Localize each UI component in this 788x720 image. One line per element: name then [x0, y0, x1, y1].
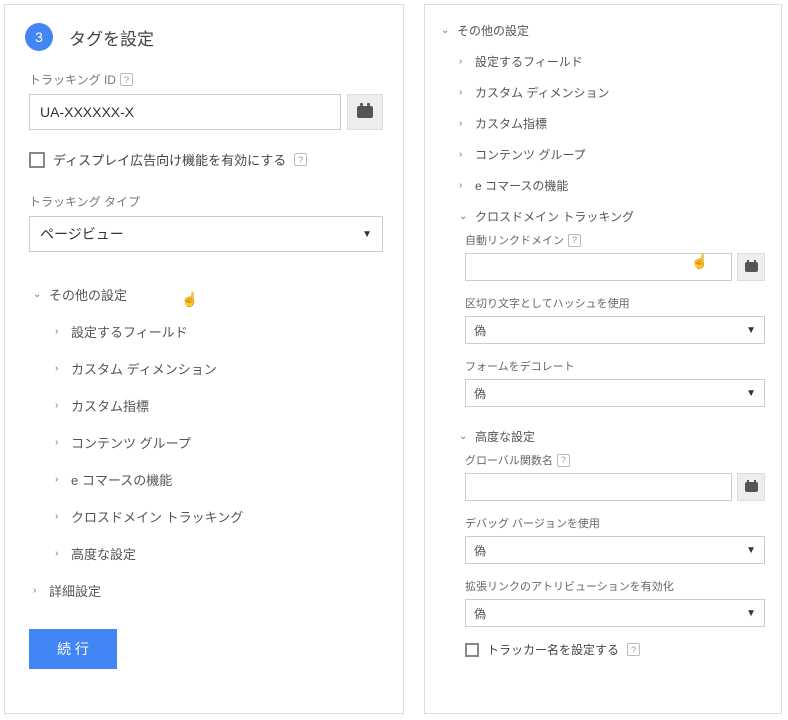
chevron-right-icon: ›: [459, 56, 469, 67]
r-cross-domain[interactable]: ⌄ クロスドメイン トラッキング: [441, 201, 765, 232]
chevron-right-icon: ›: [55, 400, 65, 411]
r-custom-dimension[interactable]: › カスタム ディメンション: [441, 77, 765, 108]
r-ecommerce[interactable]: › e コマースの機能: [441, 170, 765, 201]
settings-tree: ⌄ その他の設定 ☝ › 設定するフィールド › カスタム ディメンション › …: [29, 276, 383, 609]
tracker-name-checkbox[interactable]: [465, 643, 479, 657]
chevron-right-icon: ›: [459, 118, 469, 129]
r-custom-metric[interactable]: › カスタム指標: [441, 108, 765, 139]
chevron-right-icon: ›: [55, 437, 65, 448]
r-fields-to-set[interactable]: › 設定するフィールド: [441, 46, 765, 77]
r-content-groups[interactable]: › コンテンツ グループ: [441, 139, 765, 170]
debug-version-select[interactable]: 偽▼: [465, 536, 765, 564]
tracker-name-label: トラッカー名を設定する: [487, 641, 619, 658]
enhanced-link-select[interactable]: 偽▼: [465, 599, 765, 627]
decorate-form-select[interactable]: 偽▼: [465, 379, 765, 407]
help-icon[interactable]: ?: [627, 643, 640, 656]
chevron-right-icon: ›: [55, 548, 65, 559]
left-panel: 3 タグを設定 トラッキング ID ? ディスプレイ広告向け機能を有効にする ?…: [4, 4, 404, 714]
tracking-type-select[interactable]: ページビュー ▼: [29, 216, 383, 252]
debug-version-label: デバッグ バージョンを使用: [465, 515, 765, 531]
chevron-right-icon: ›: [55, 474, 65, 485]
global-fn-input[interactable]: [465, 473, 732, 501]
display-ads-checkbox[interactable]: [29, 152, 45, 168]
chevron-down-icon: ⌄: [459, 431, 469, 442]
caret-down-icon: ▼: [746, 608, 756, 619]
continue-button[interactable]: 続 行: [29, 629, 117, 669]
variable-picker-button[interactable]: [737, 253, 765, 281]
tree-detail-settings[interactable]: › 詳細設定: [29, 572, 383, 609]
chevron-right-icon: ›: [459, 180, 469, 191]
chevron-down-icon: ⌄: [33, 289, 43, 300]
chevron-right-icon: ›: [55, 326, 65, 337]
caret-down-icon: ▼: [746, 388, 756, 399]
tree-fields-to-set[interactable]: › 設定するフィールド: [29, 313, 383, 350]
auto-link-label: 自動リンクドメイン ?: [465, 232, 765, 248]
r-advanced-config[interactable]: ⌄ 高度な設定: [441, 421, 765, 452]
tree-ecommerce[interactable]: › e コマースの機能: [29, 461, 383, 498]
tree-cross-domain[interactable]: › クロスドメイン トラッキング: [29, 498, 383, 535]
tracking-id-label: トラッキング ID ?: [29, 71, 383, 88]
help-icon[interactable]: ?: [294, 153, 307, 166]
brick-icon: [745, 482, 758, 492]
chevron-right-icon: ›: [459, 87, 469, 98]
display-ads-label: ディスプレイ広告向け機能を有効にする: [53, 150, 286, 169]
help-icon[interactable]: ?: [568, 234, 581, 247]
step-title: タグを設定: [69, 25, 154, 50]
tree-custom-metric[interactable]: › カスタム指標: [29, 387, 383, 424]
chevron-down-icon: ⌄: [459, 211, 469, 222]
caret-down-icon: ▼: [362, 229, 372, 240]
enhanced-link-label: 拡張リンクのアトリビューションを有効化: [465, 578, 765, 594]
chevron-right-icon: ›: [33, 585, 43, 596]
tree-custom-dimension[interactable]: › カスタム ディメンション: [29, 350, 383, 387]
caret-down-icon: ▼: [746, 545, 756, 556]
brick-icon: [745, 262, 758, 272]
brick-icon: [357, 106, 373, 118]
variable-picker-button[interactable]: [347, 94, 383, 130]
help-icon[interactable]: ?: [120, 73, 133, 86]
auto-link-input[interactable]: [465, 253, 732, 281]
decorate-form-label: フォームをデコレート: [465, 358, 765, 374]
tree-content-groups[interactable]: › コンテンツ グループ: [29, 424, 383, 461]
hash-delim-label: 区切り文字としてハッシュを使用: [465, 295, 765, 311]
chevron-right-icon: ›: [55, 511, 65, 522]
chevron-right-icon: ›: [55, 363, 65, 374]
hash-delim-select[interactable]: 偽▼: [465, 316, 765, 344]
tracking-id-input[interactable]: [29, 94, 341, 130]
tree-other-settings[interactable]: ⌄ その他の設定: [29, 276, 383, 313]
caret-down-icon: ▼: [746, 325, 756, 336]
tree-advanced-config[interactable]: › 高度な設定: [29, 535, 383, 572]
r-other-settings[interactable]: ⌄ その他の設定: [441, 15, 765, 46]
step-header: 3 タグを設定: [25, 23, 383, 51]
chevron-right-icon: ›: [459, 149, 469, 160]
step-number-badge: 3: [25, 23, 53, 51]
help-icon[interactable]: ?: [557, 454, 570, 467]
variable-picker-button[interactable]: [737, 473, 765, 501]
chevron-down-icon: ⌄: [441, 25, 451, 36]
tracking-type-label: トラッキング タイプ: [29, 193, 383, 210]
right-panel: ⌄ その他の設定 › 設定するフィールド › カスタム ディメンション › カス…: [424, 4, 782, 714]
global-fn-label: グローバル関数名 ?: [465, 452, 765, 468]
